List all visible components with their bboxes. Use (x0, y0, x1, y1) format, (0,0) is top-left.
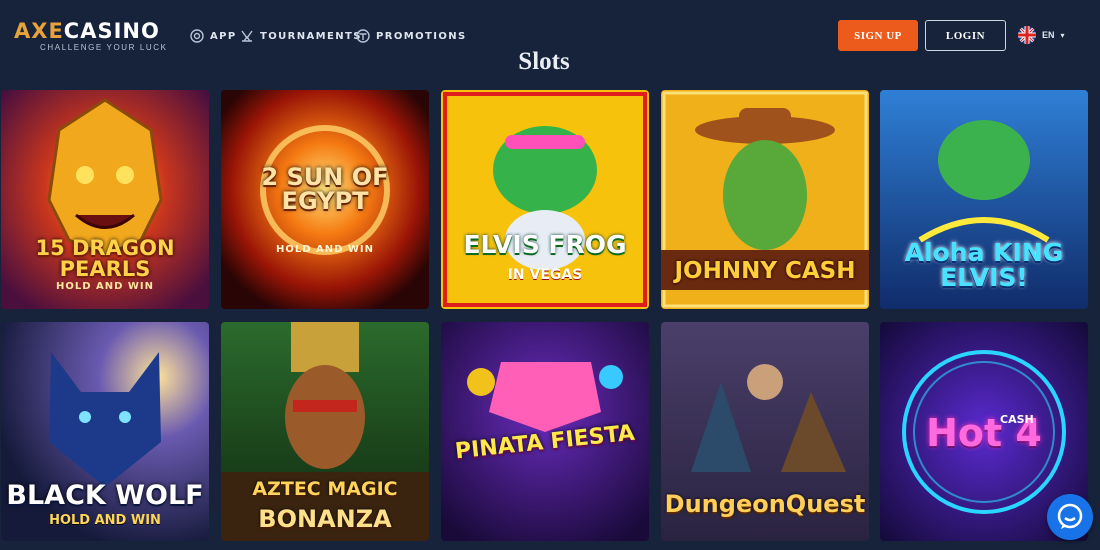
game-title: DungeonQuest (664, 490, 866, 518)
game-title: ELVIS FROG (463, 230, 627, 259)
game-subtitle: BONANZA (258, 505, 392, 533)
live-chat-button[interactable] (1047, 494, 1093, 540)
login-button[interactable]: LOGIN (925, 20, 1006, 51)
language-selector[interactable]: EN ▾ (1018, 26, 1065, 44)
nav-app[interactable]: APP (190, 28, 237, 44)
game-subtitle: HOLD AND WIN (275, 244, 375, 255)
game-tile-king-elvis[interactable]: Aloha KING ELVIS! (880, 90, 1088, 309)
gift-icon (356, 29, 370, 43)
game-tile-aztec-magic[interactable]: AZTEC MAGIC BONANZA (221, 322, 429, 541)
game-subtitle: CASH (1000, 413, 1034, 426)
game-tile-dungeon-quest[interactable]: DungeonQuest (661, 322, 869, 541)
nav-tournaments-label: TOURNAMENTS (260, 30, 362, 42)
game-subtitle: HOLD AND WIN (55, 281, 155, 292)
chevron-down-icon: ▾ (1060, 30, 1065, 40)
game-tile-johnny-cash[interactable]: JOHNNY CASH (661, 90, 869, 309)
game-title: 15 DRAGON PEARLS (35, 236, 175, 281)
game-title: AZTEC MAGIC (252, 478, 398, 500)
game-subtitle: HOLD AND WIN (49, 513, 161, 528)
signup-button[interactable]: SIGN UP (838, 20, 918, 51)
logo-suffix: CASINO (63, 19, 160, 43)
game-tile-dragon-pearls[interactable]: 15 DRAGON PEARLS HOLD AND WIN (1, 90, 209, 309)
game-title: 2 SUN OF EGYPT (261, 163, 389, 215)
logo-prefix: AXE (14, 19, 64, 43)
game-title: Hot 4 (926, 411, 1042, 455)
game-subtitle: IN VEGAS (507, 267, 583, 283)
nav-promotions[interactable]: PROMOTIONS (356, 28, 467, 44)
nav-app-label: APP (210, 30, 237, 42)
section-title: Slots (518, 48, 570, 75)
target-icon (190, 29, 204, 43)
nav-promotions-label: PROMOTIONS (376, 30, 467, 42)
game-tile-sun-of-egypt[interactable]: 2 SUN OF EGYPT HOLD AND WIN (221, 90, 429, 309)
game-tile-black-wolf[interactable]: BLACK WOLF HOLD AND WIN (1, 322, 209, 541)
uk-flag-icon (1018, 26, 1036, 44)
trophy-icon (241, 30, 253, 42)
game-title: BLACK WOLF (6, 480, 204, 511)
chat-icon (1057, 503, 1083, 529)
game-title: Aloha KING ELVIS! (904, 238, 1064, 292)
language-label: EN (1042, 30, 1055, 40)
game-title: JOHNNY CASH (674, 258, 856, 284)
game-tile-pinata-fiesta[interactable]: PINATA FIESTA (441, 322, 649, 541)
game-tile-elvis-frog[interactable]: ELVIS FROG IN VEGAS (441, 90, 649, 309)
nav-tournaments[interactable]: TOURNAMENTS (240, 28, 362, 44)
